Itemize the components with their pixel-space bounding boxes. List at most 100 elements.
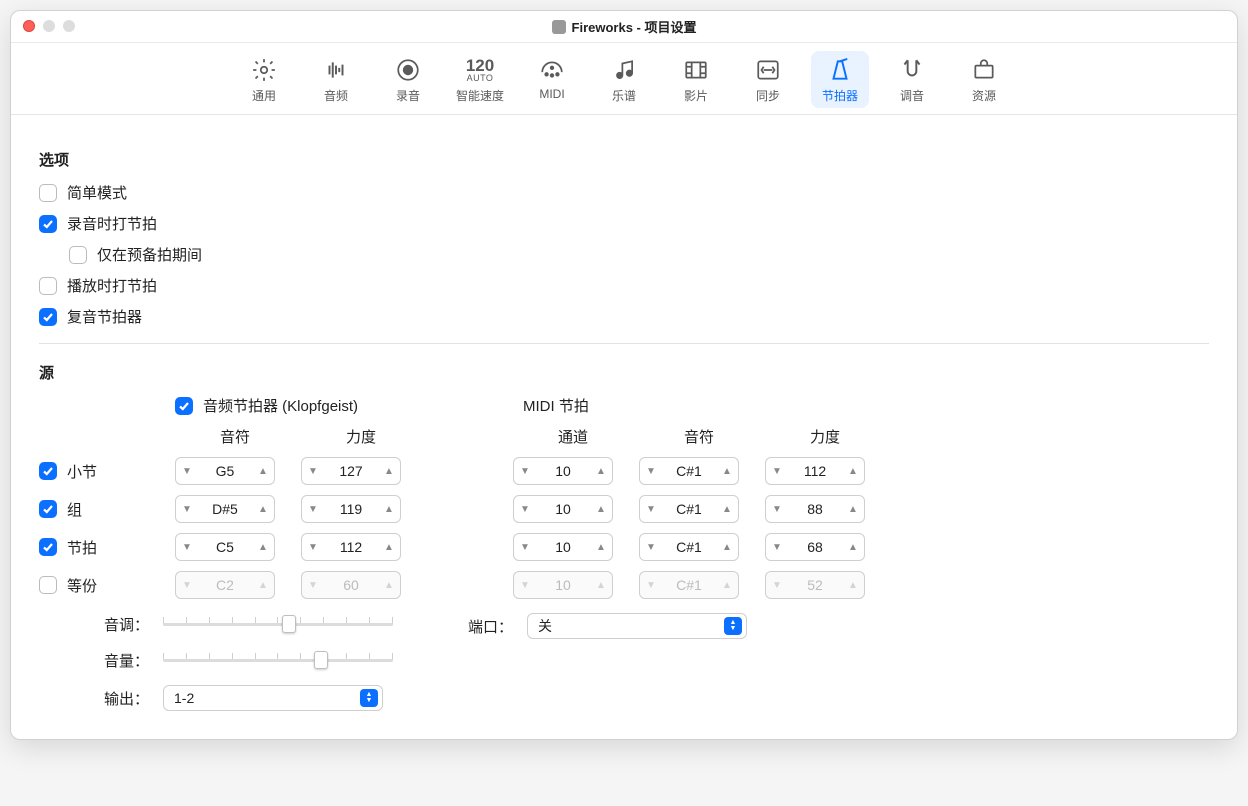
- stepper-value: 10: [532, 539, 594, 555]
- chevron-up-icon[interactable]: ▲: [720, 542, 734, 553]
- bar-midi-vel-stepper[interactable]: ▼112▲: [765, 457, 865, 485]
- chevron-up-icon[interactable]: ▲: [382, 504, 396, 515]
- chevron-up-icon: ▲: [256, 580, 270, 591]
- tab-sync[interactable]: 同步: [739, 51, 797, 108]
- row-bar[interactable]: 小节: [39, 461, 169, 482]
- bar-audio-note-stepper[interactable]: ▼G5▲: [175, 457, 275, 485]
- audio-click-option[interactable]: 音频节拍器 (Klopfgeist): [175, 395, 421, 416]
- chevron-down-icon[interactable]: ▼: [770, 504, 784, 515]
- group-midi-vel-stepper[interactable]: ▼88▲: [765, 495, 865, 523]
- chevron-down-icon[interactable]: ▼: [180, 466, 194, 477]
- beat-audio-vel-stepper[interactable]: ▼112▲: [301, 533, 401, 561]
- row-checkbox[interactable]: [39, 538, 57, 556]
- chevron-up-icon[interactable]: ▲: [846, 466, 860, 477]
- tab-score[interactable]: 乐谱: [595, 51, 653, 108]
- chevron-down-icon[interactable]: ▼: [644, 504, 658, 515]
- tonality-slider[interactable]: [163, 613, 393, 635]
- sync-icon: [753, 55, 783, 85]
- stepper-value: G5: [194, 463, 256, 479]
- chevron-up-icon[interactable]: ▲: [594, 542, 608, 553]
- row-beat[interactable]: 节拍: [39, 537, 169, 558]
- stepper-value: 119: [320, 501, 382, 517]
- chevron-down-icon[interactable]: ▼: [644, 542, 658, 553]
- tab-metronome[interactable]: 节拍器: [811, 51, 869, 108]
- chevron-up-icon[interactable]: ▲: [256, 466, 270, 477]
- cell: ▼10▲: [513, 533, 633, 561]
- chevron-up-icon[interactable]: ▲: [846, 504, 860, 515]
- beat-audio-note-stepper[interactable]: ▼C5▲: [175, 533, 275, 561]
- option-click-recording[interactable]: 录音时打节拍: [39, 213, 1209, 234]
- chevron-up-icon[interactable]: ▲: [382, 542, 396, 553]
- cell: ▼127▲: [301, 457, 421, 485]
- row-checkbox[interactable]: [39, 462, 57, 480]
- row-checkbox[interactable]: [39, 576, 57, 594]
- row-checkbox[interactable]: [39, 500, 57, 518]
- chevron-down-icon[interactable]: ▼: [518, 504, 532, 515]
- chevron-up-icon[interactable]: ▲: [720, 504, 734, 515]
- beat-midi-vel-stepper[interactable]: ▼68▲: [765, 533, 865, 561]
- option-simple-mode[interactable]: 简单模式: [39, 182, 1209, 203]
- click-playing-checkbox[interactable]: [39, 277, 57, 295]
- bar-audio-vel-stepper[interactable]: ▼127▲: [301, 457, 401, 485]
- chevron-up-icon[interactable]: ▲: [720, 466, 734, 477]
- port-select[interactable]: 关 ▲▼: [527, 613, 747, 639]
- chevron-up-icon[interactable]: ▲: [594, 504, 608, 515]
- chevron-down-icon[interactable]: ▼: [770, 542, 784, 553]
- simple-mode-checkbox[interactable]: [39, 184, 57, 202]
- beat-midi-note-stepper[interactable]: ▼C#1▲: [639, 533, 739, 561]
- volume-thumb[interactable]: [314, 651, 328, 669]
- col-velocity: 力度: [301, 426, 421, 447]
- group-midi-ch-stepper[interactable]: ▼10▲: [513, 495, 613, 523]
- tab-smarttempo[interactable]: 120AUTO智能速度: [451, 51, 509, 108]
- chevron-down-icon[interactable]: ▼: [180, 542, 194, 553]
- zoom-button[interactable]: [63, 20, 75, 32]
- chevron-up-icon[interactable]: ▲: [594, 466, 608, 477]
- output-select[interactable]: 1-2 ▲▼: [163, 685, 383, 711]
- source-grid: 音频节拍器 (Klopfgeist)MIDI 节拍音符力度通道音符力度小节▼G5…: [39, 395, 1209, 599]
- close-button[interactable]: [23, 20, 35, 32]
- chevron-down-icon[interactable]: ▼: [518, 542, 532, 553]
- tab-audio[interactable]: 音频: [307, 51, 365, 108]
- option-polyphonic[interactable]: 复音节拍器: [39, 306, 1209, 327]
- click-recording-checkbox[interactable]: [39, 215, 57, 233]
- chevron-up-icon[interactable]: ▲: [846, 542, 860, 553]
- beat-midi-ch-stepper[interactable]: ▼10▲: [513, 533, 613, 561]
- chevron-up-icon[interactable]: ▲: [256, 542, 270, 553]
- tab-assets[interactable]: 资源: [955, 51, 1013, 108]
- chevron-up-icon[interactable]: ▲: [256, 504, 270, 515]
- chevron-down-icon[interactable]: ▼: [180, 504, 194, 515]
- polyphonic-checkbox[interactable]: [39, 308, 57, 326]
- group-audio-vel-stepper[interactable]: ▼119▲: [301, 495, 401, 523]
- bar-midi-note-stepper[interactable]: ▼C#1▲: [639, 457, 739, 485]
- chevron-down-icon[interactable]: ▼: [306, 504, 320, 515]
- row-label-text: 组: [67, 499, 82, 520]
- general-icon: [249, 55, 279, 85]
- option-click-playing[interactable]: 播放时打节拍: [39, 275, 1209, 296]
- tab-record[interactable]: 录音: [379, 51, 437, 108]
- division-midi-note-stepper: ▼C#1▲: [639, 571, 739, 599]
- chevron-up-icon[interactable]: ▲: [382, 466, 396, 477]
- port-row: 端口： 关 ▲▼: [453, 613, 747, 639]
- chevron-down-icon[interactable]: ▼: [644, 466, 658, 477]
- group-audio-note-stepper[interactable]: ▼D#5▲: [175, 495, 275, 523]
- chevron-down-icon[interactable]: ▼: [518, 466, 532, 477]
- volume-slider[interactable]: [163, 649, 393, 671]
- chevron-down-icon[interactable]: ▼: [770, 466, 784, 477]
- chevron-down-icon[interactable]: ▼: [306, 542, 320, 553]
- port-label: 端口：: [453, 616, 513, 637]
- row-checkbox[interactable]: [175, 397, 193, 415]
- tab-midi[interactable]: MIDI: [523, 51, 581, 108]
- only-countin-checkbox[interactable]: [69, 246, 87, 264]
- row-group[interactable]: 组: [39, 499, 169, 520]
- bar-midi-ch-stepper[interactable]: ▼10▲: [513, 457, 613, 485]
- chevron-down-icon[interactable]: ▼: [306, 466, 320, 477]
- tab-general[interactable]: 通用: [235, 51, 293, 108]
- group-midi-note-stepper[interactable]: ▼C#1▲: [639, 495, 739, 523]
- option-only-countin[interactable]: 仅在预备拍期间: [39, 244, 1209, 265]
- row-division[interactable]: 等份: [39, 575, 169, 596]
- tab-tuning[interactable]: 调音: [883, 51, 941, 108]
- tonality-thumb[interactable]: [282, 615, 296, 633]
- division-audio-note-stepper: ▼C2▲: [175, 571, 275, 599]
- minimize-button[interactable]: [43, 20, 55, 32]
- tab-movie[interactable]: 影片: [667, 51, 725, 108]
